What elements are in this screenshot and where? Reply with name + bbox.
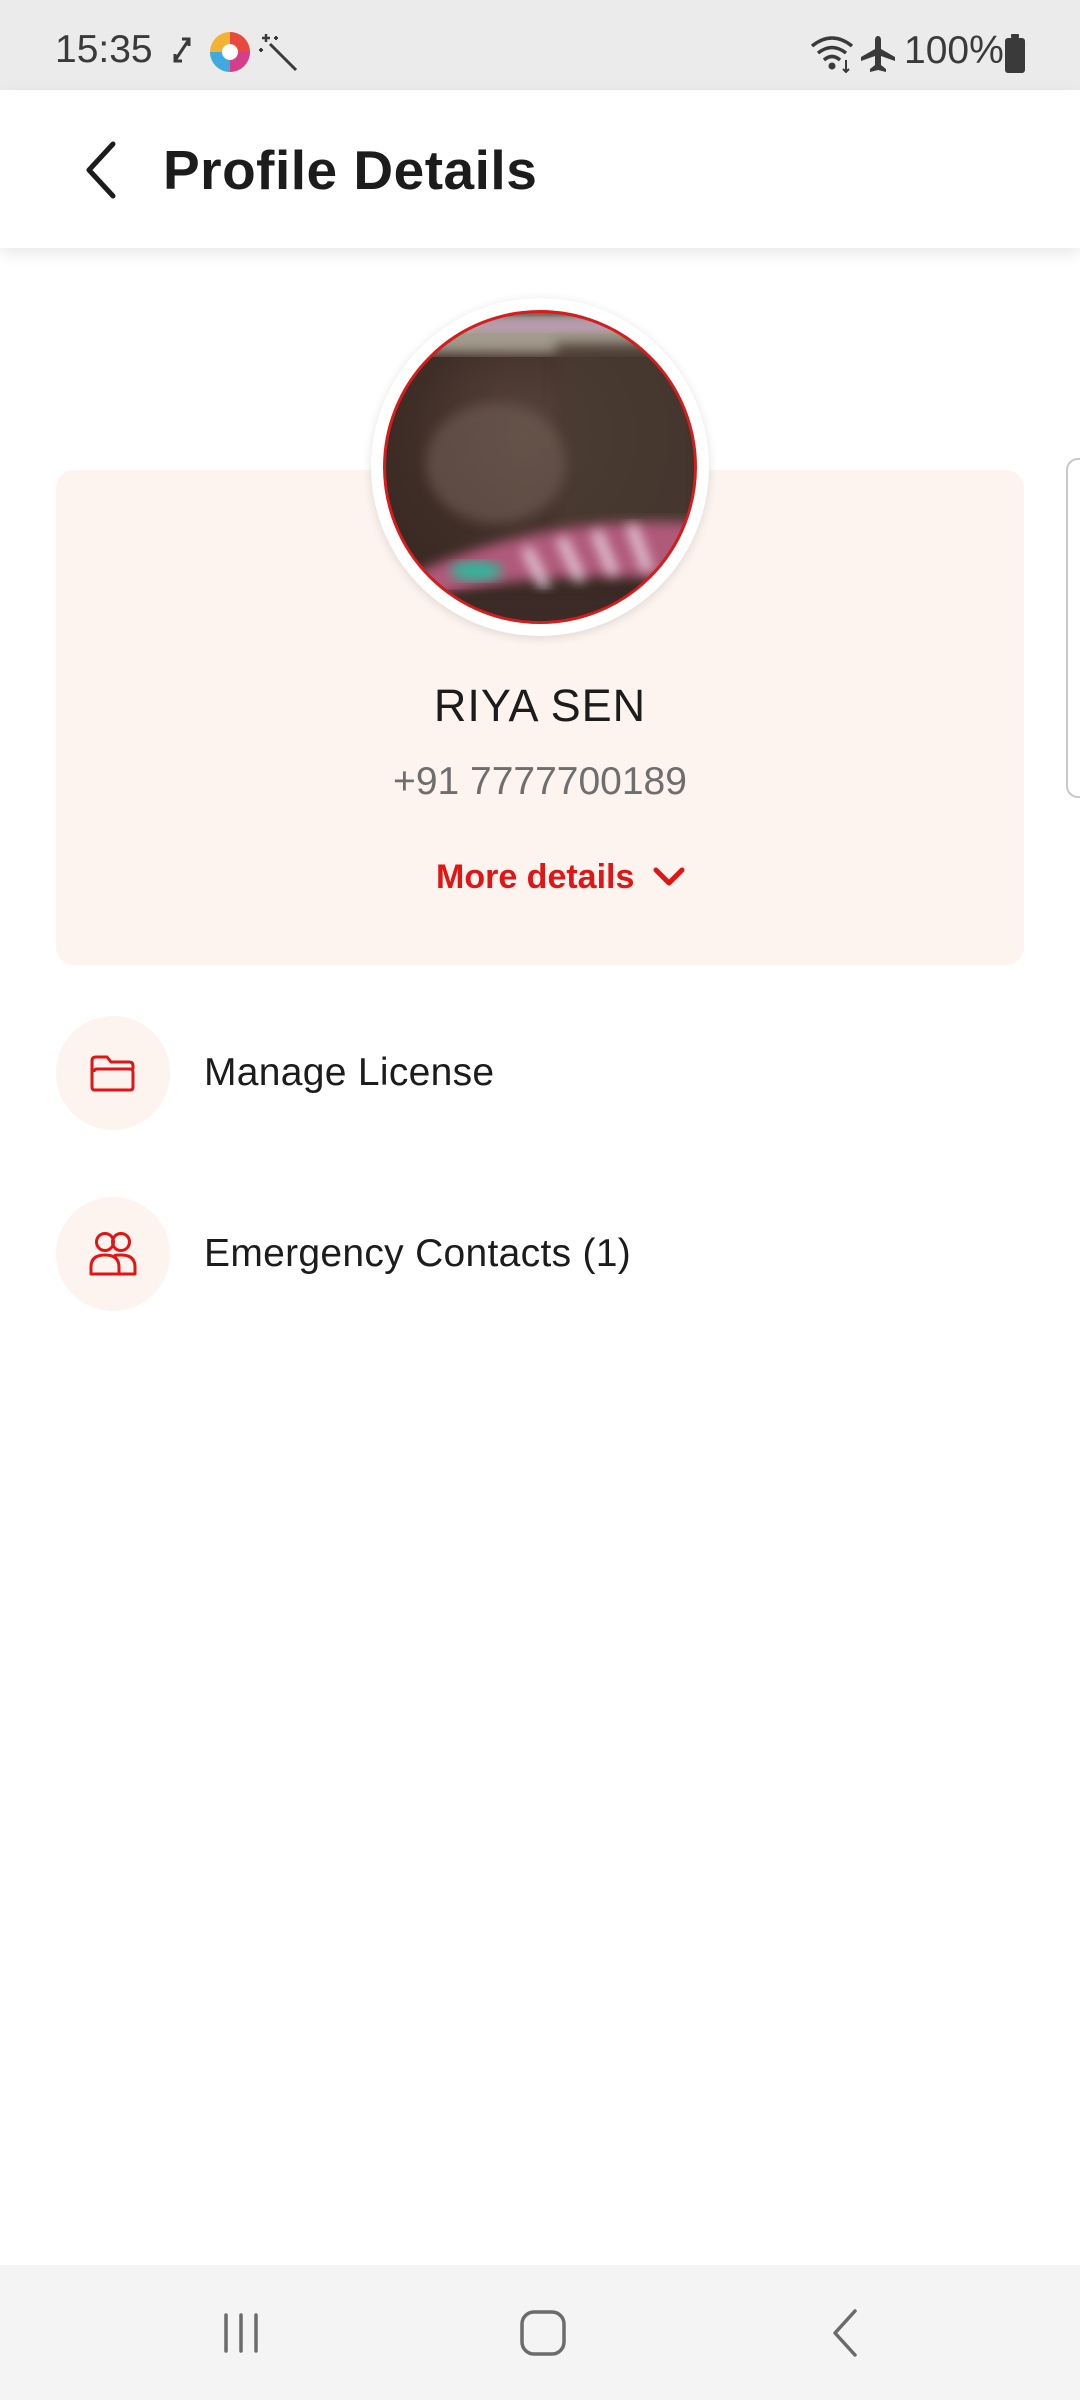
recent-apps-button[interactable]: [196, 2305, 286, 2361]
menu-item-emergency-contacts[interactable]: Emergency Contacts (1): [56, 1196, 1024, 1312]
status-bar: 15:35 100%: [0, 0, 1080, 90]
wifi-icon: [810, 36, 854, 74]
menu-item-manage-license[interactable]: Manage License: [56, 1015, 1024, 1131]
sync-icon: [173, 37, 191, 63]
profile-phone: +91 7777700189: [393, 760, 687, 803]
side-panel-handle[interactable]: [1066, 458, 1080, 798]
profile-name: RIYA SEN: [433, 680, 647, 731]
more-details-button[interactable]: More details: [436, 855, 686, 899]
menu-item-icon-container: [56, 1197, 170, 1311]
airplane-mode-icon: [861, 36, 895, 72]
battery-icon: [1005, 34, 1025, 73]
menu-item-label: Manage License: [204, 1051, 495, 1094]
more-details-label: More details: [436, 857, 635, 896]
contacts-icon: [89, 1232, 137, 1276]
app-notification-icon: [210, 32, 250, 72]
home-icon: [520, 2310, 566, 2356]
avatar[interactable]: [371, 298, 709, 636]
chevron-left-icon: [86, 141, 116, 199]
folder-icon: [90, 1055, 135, 1092]
back-icon: [833, 2309, 857, 2357]
home-button[interactable]: [498, 2305, 588, 2361]
profile-photo: [386, 313, 694, 621]
chevron-down-icon: [653, 867, 685, 886]
screen: 15:35 100% Profile Details RIYA SEN +91 …: [0, 0, 1080, 2400]
recent-apps-icon: [224, 2313, 258, 2353]
page-title: Profile Details: [163, 139, 538, 201]
back-button[interactable]: [66, 130, 136, 210]
status-time: 15:35: [55, 28, 153, 71]
battery-percentage: 100%: [904, 29, 1004, 72]
system-back-button[interactable]: [800, 2305, 890, 2361]
avatar-photo: [383, 310, 697, 624]
app-bar: Profile Details: [0, 90, 1080, 248]
magic-wand-icon: [259, 34, 298, 72]
menu-item-label: Emergency Contacts (1): [204, 1232, 632, 1275]
menu-item-icon-container: [56, 1016, 170, 1130]
system-navigation-bar: [0, 2265, 1080, 2400]
